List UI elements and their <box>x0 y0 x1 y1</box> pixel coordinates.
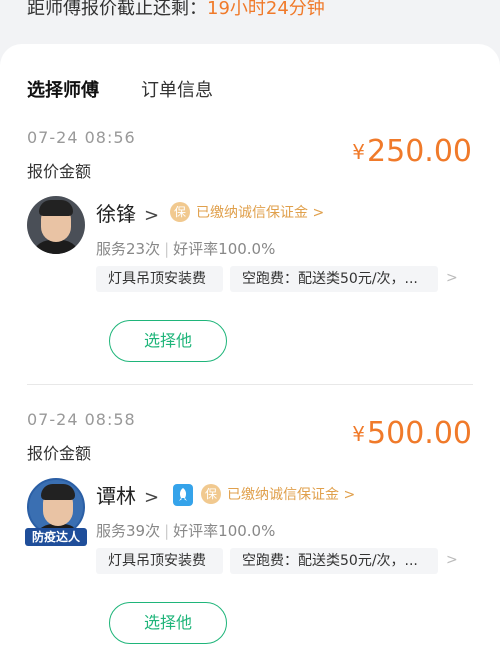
rating: 好评率100.0% <box>173 240 276 258</box>
fee-tag: 空跑费：配送类50元/次，... <box>230 548 438 574</box>
countdown-time: 19小时24分钟 <box>207 0 325 19</box>
service-count: 服务39次 <box>96 522 161 540</box>
price-amount: 250.00 <box>367 134 472 169</box>
stats-separator: | <box>164 240 170 258</box>
chevron-right-icon: > <box>144 205 160 226</box>
quote-card: 07-24 08:58 报价金额 ¥500.00 防疫达人 谭林 > 保 已缴纳诚… <box>0 406 500 667</box>
currency-symbol: ¥ <box>352 140 366 164</box>
quote-time: 07-24 08:56 <box>27 128 136 147</box>
select-master-button[interactable]: 选择他 <box>109 602 227 644</box>
rocket-icon <box>173 484 193 506</box>
chevron-right-icon[interactable]: > <box>446 552 458 568</box>
price-amount: 500.00 <box>367 416 472 451</box>
master-name-text: 徐锋 <box>96 202 136 226</box>
guarantee-icon: 保 <box>170 202 190 222</box>
select-master-button[interactable]: 选择他 <box>109 320 227 362</box>
tab-select-master[interactable]: 选择师傅 <box>27 76 99 102</box>
fee-tag: 灯具吊顶安装费 <box>96 266 223 292</box>
currency-symbol: ¥ <box>352 422 366 446</box>
divider <box>27 384 473 385</box>
quote-price: ¥500.00 <box>352 416 472 451</box>
master-name[interactable]: 徐锋 > <box>96 198 159 227</box>
main-panel: 选择师傅 订单信息 07-24 08:56 报价金额 ¥250.00 徐锋 > 保… <box>0 44 500 667</box>
guarantee-link[interactable]: 已缴纳诚信保证金 > <box>227 484 355 504</box>
master-name[interactable]: 谭林 > <box>96 480 159 509</box>
quote-card: 07-24 08:56 报价金额 ¥250.00 徐锋 > 保 已缴纳诚信保证金 … <box>0 124 500 394</box>
quote-amount-label: 报价金额 <box>27 162 92 181</box>
chevron-right-icon[interactable]: > <box>446 270 458 286</box>
tab-order-info[interactable]: 订单信息 <box>141 76 213 102</box>
guarantee-icon: 保 <box>201 484 221 504</box>
quote-time: 07-24 08:58 <box>27 410 136 429</box>
fee-tag: 空跑费：配送类50元/次，... <box>230 266 438 292</box>
guarantee-link[interactable]: 已缴纳诚信保证金 > <box>196 202 324 222</box>
rating: 好评率100.0% <box>173 522 276 540</box>
service-count: 服务23次 <box>96 240 161 258</box>
master-stats: 服务23次 | 好评率100.0% <box>96 238 275 259</box>
quote-price: ¥250.00 <box>352 134 472 169</box>
quote-amount-label: 报价金额 <box>27 444 92 463</box>
stats-separator: | <box>164 522 170 540</box>
quote-countdown: 距师傅报价截止还剩：19小时24分钟 <box>27 0 325 20</box>
avatar[interactable] <box>27 196 85 254</box>
avatar-badge: 防疫达人 <box>25 528 87 546</box>
master-stats: 服务39次 | 好评率100.0% <box>96 520 275 541</box>
countdown-prefix: 距师傅报价截止还剩： <box>27 0 207 19</box>
chevron-right-icon: > <box>144 487 160 508</box>
master-name-text: 谭林 <box>96 484 136 508</box>
fee-tag: 灯具吊顶安装费 <box>96 548 223 574</box>
